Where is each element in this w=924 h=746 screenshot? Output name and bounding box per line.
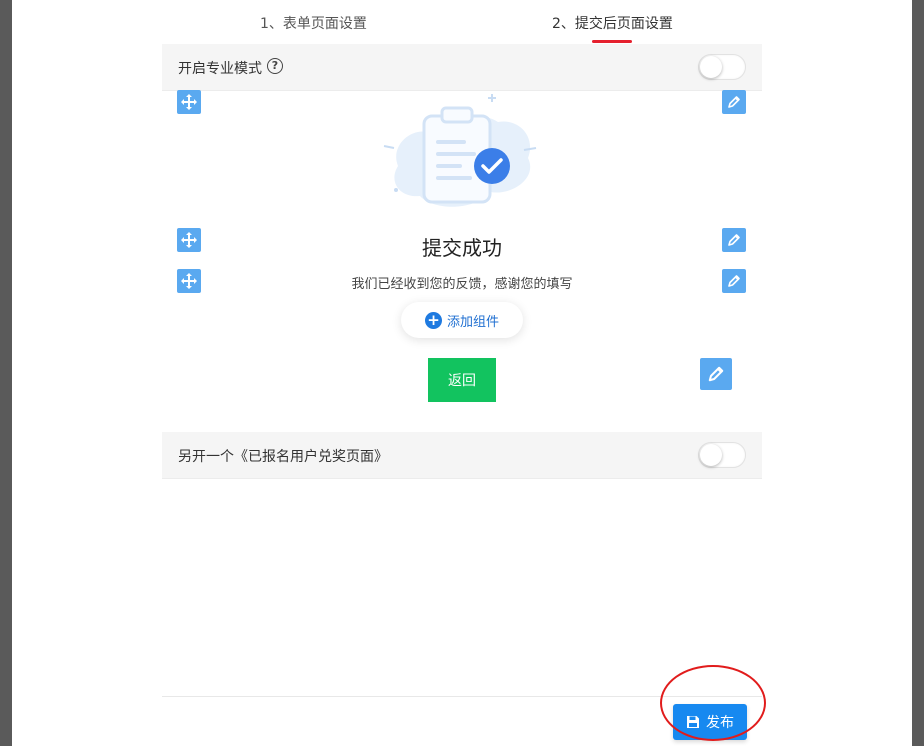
add-component-label: 添加组件	[446, 314, 499, 330]
tab-after-submit-settings[interactable]: 2、提交后页面设置	[552, 13, 673, 33]
right-border	[912, 0, 924, 746]
clipboard-check-illustration	[383, 94, 537, 207]
add-component-button[interactable]: + 添加组件	[401, 302, 523, 338]
return-button[interactable]: 返回	[428, 358, 496, 402]
redeem-page-toggle[interactable]	[698, 442, 746, 468]
toggle-knob	[700, 444, 722, 466]
pro-mode-row: 开启专业模式 ?	[162, 44, 762, 91]
active-tab-indicator	[592, 40, 632, 43]
pro-mode-toggle[interactable]	[698, 54, 746, 80]
pro-mode-label: 开启专业模式	[178, 61, 262, 77]
floppy-disk-icon	[687, 716, 699, 728]
redeem-page-label: 另开一个《已报名用户兑奖页面》	[178, 449, 388, 465]
toggle-knob	[700, 56, 722, 78]
pencil-icon[interactable]	[722, 90, 746, 114]
publish-label: 发布	[706, 715, 734, 731]
success-description: 我们已经收到您的反馈，感谢您的填写	[351, 277, 573, 292]
success-title: 提交成功	[422, 236, 502, 260]
tab-bar: 1、表单页面设置 2、提交后页面设置	[162, 0, 762, 44]
pencil-icon[interactable]	[700, 358, 732, 390]
left-border	[0, 0, 12, 746]
redeem-page-row: 另开一个《已报名用户兑奖页面》	[162, 432, 762, 479]
footer-divider	[162, 696, 762, 697]
tab-form-settings[interactable]: 1、表单页面设置	[260, 13, 367, 33]
plus-circle-icon: +	[424, 311, 442, 329]
move-icon[interactable]	[177, 90, 201, 114]
publish-button[interactable]: 发布	[673, 704, 747, 740]
help-icon[interactable]: ?	[267, 58, 283, 74]
